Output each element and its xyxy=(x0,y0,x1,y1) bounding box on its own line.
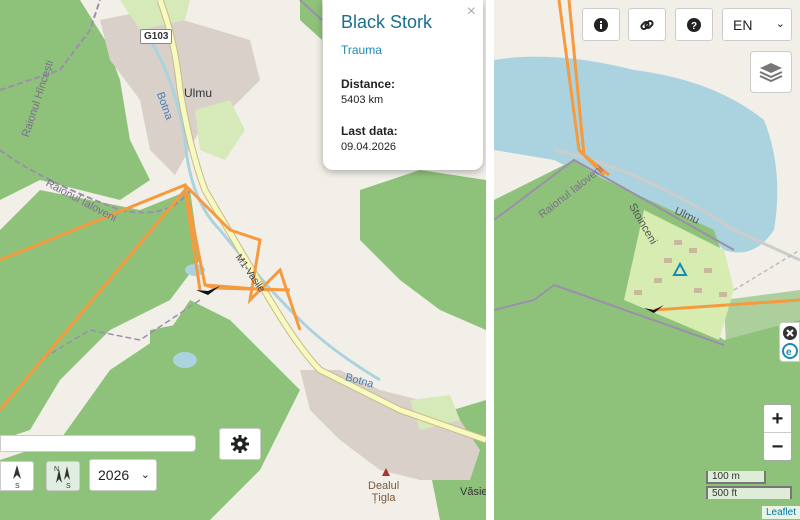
north-south-arrows-icon: N S xyxy=(54,466,71,489)
svg-text:e: e xyxy=(786,347,792,358)
edge-e-icon: e xyxy=(782,343,798,359)
settings-button[interactable] xyxy=(219,428,261,460)
layers-icon xyxy=(759,63,783,83)
popup-distance-value: 5403 km xyxy=(341,94,384,106)
svg-text:?: ? xyxy=(691,21,697,32)
popup-last-data-value: 09.04.2026 xyxy=(341,141,397,153)
map-splitter[interactable] xyxy=(486,0,494,520)
help-button[interactable]: ? xyxy=(675,8,713,41)
info-popup: × Black Stork Trauma Distance: 5403 km L… xyxy=(323,0,483,170)
scale-imperial: 500 ft xyxy=(706,486,792,499)
chevron-down-icon: ⌄ xyxy=(775,18,785,30)
info-icon xyxy=(594,17,608,32)
place-label-ulmu: Ulmu xyxy=(184,86,213,100)
south-arrow-icon: S xyxy=(13,465,21,489)
dir-south2-text: S xyxy=(66,483,71,489)
close-icon[interactable]: × xyxy=(467,3,476,21)
chevron-down-icon: ⌄ xyxy=(140,469,150,481)
layers-button[interactable] xyxy=(750,51,792,93)
dir-south-text: S xyxy=(15,483,20,489)
attribution-link[interactable]: Leaflet xyxy=(762,506,800,519)
info-button[interactable] xyxy=(582,8,620,41)
popup-distance-label: Distance: xyxy=(341,77,396,91)
direction-south-button[interactable]: S xyxy=(0,461,34,491)
dir-north-text: N xyxy=(54,466,59,473)
link-button[interactable] xyxy=(628,8,666,41)
language-select[interactable]: EN ⌄ xyxy=(722,8,792,41)
zoom-control: + − xyxy=(763,404,792,461)
year-select-value: 2026 xyxy=(98,467,130,483)
left-map[interactable]: G103 Ulmu Raionul Hîncești Raionul Ialov… xyxy=(0,0,486,520)
direction-north-south-button[interactable]: N S xyxy=(46,461,80,491)
side-icons-svg: e xyxy=(782,326,798,359)
scale-metric: 100 m xyxy=(706,471,766,484)
popup-last-data-label: Last data: xyxy=(341,124,398,138)
zoom-out-button[interactable]: − xyxy=(764,433,791,461)
place-label-vasie: Văsie xyxy=(460,486,486,498)
popup-status-link[interactable]: Trauma xyxy=(341,43,465,57)
year-select[interactable]: 2026 ⌄ xyxy=(89,459,157,491)
language-select-value: EN xyxy=(733,17,753,33)
question-icon: ? xyxy=(687,17,701,32)
peak-label-dealul-tigla: Dealul Țigla xyxy=(368,480,400,504)
link-icon xyxy=(640,19,654,30)
gear-icon xyxy=(231,435,249,453)
timeline-slider[interactable] xyxy=(0,435,196,452)
close-circle-icon xyxy=(783,326,797,340)
popup-title: Black Stork xyxy=(341,12,433,32)
side-icon-panel: e xyxy=(779,322,800,362)
road-shield-g103: G103 xyxy=(140,29,173,44)
zoom-in-button[interactable]: + xyxy=(764,405,791,433)
